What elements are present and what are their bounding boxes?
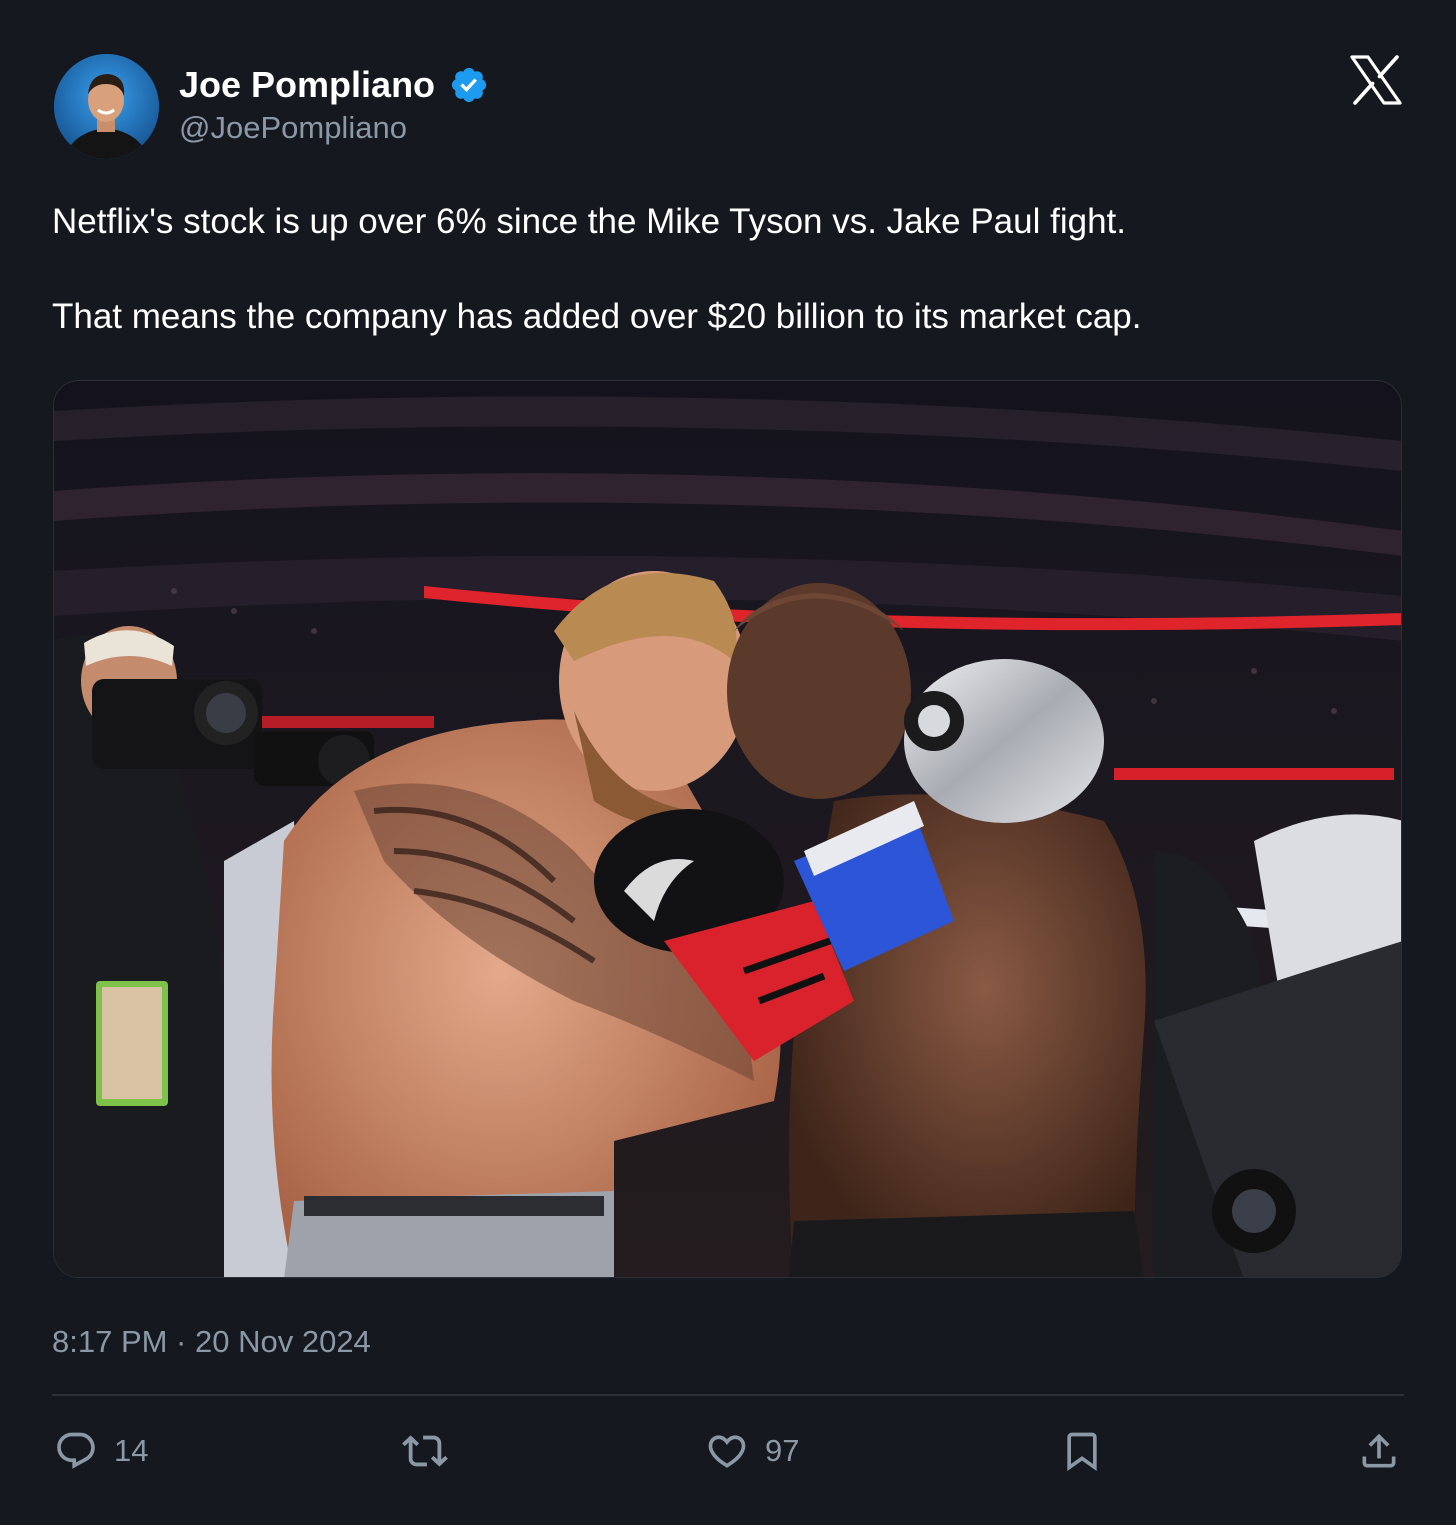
tweet-paragraph: Netflix's stock is up over 6% since the …: [52, 202, 1126, 241]
avatar-photo: [54, 54, 159, 159]
tweet-timestamp[interactable]: 8:17 PM · 20 Nov 2024: [52, 1323, 371, 1361]
author-name-row[interactable]: Joe Pompliano: [179, 64, 489, 106]
like-icon: [705, 1429, 749, 1473]
verified-badge-icon[interactable]: [449, 65, 489, 105]
reply-button[interactable]: 14: [54, 1425, 148, 1477]
divider: [52, 1394, 1404, 1396]
tweet-text: Netflix's stock is up over 6% since the …: [52, 198, 1412, 341]
x-logo-icon[interactable]: [1350, 55, 1402, 105]
like-button[interactable]: 97: [705, 1425, 799, 1477]
bookmark-button[interactable]: [1060, 1425, 1104, 1477]
reply-icon: [54, 1429, 98, 1473]
tweet-media-image[interactable]: [53, 380, 1402, 1278]
author-handle[interactable]: @JoePompliano: [179, 110, 407, 146]
bookmark-icon: [1060, 1428, 1104, 1474]
author-avatar[interactable]: [54, 54, 159, 159]
share-icon: [1357, 1428, 1401, 1474]
reply-count: 14: [114, 1433, 149, 1468]
share-button[interactable]: [1357, 1425, 1401, 1477]
tweet-paragraph: That means the company has added over $2…: [52, 297, 1142, 336]
repost-icon: [402, 1428, 448, 1474]
like-count: 97: [765, 1433, 800, 1468]
author-name[interactable]: Joe Pompliano: [179, 64, 435, 106]
repost-button[interactable]: [402, 1425, 464, 1477]
